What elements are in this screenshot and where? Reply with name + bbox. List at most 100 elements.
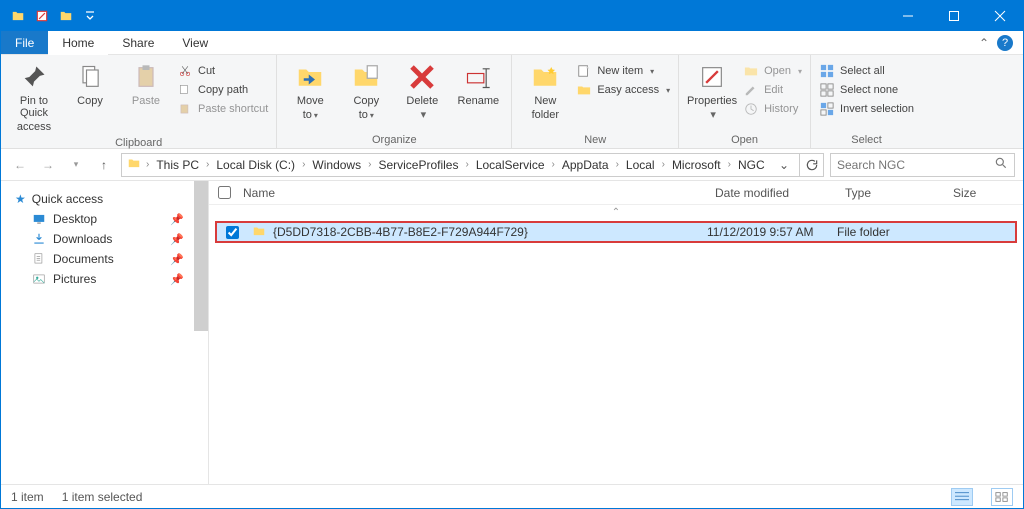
nav-documents[interactable]: Documents📌	[11, 249, 204, 269]
explorer-window: File Home Share View ⌃ ? Pin to Quickacc…	[0, 0, 1024, 509]
crumb-c[interactable]: Local Disk (C:)	[213, 158, 298, 172]
selectall-button[interactable]: Select all	[819, 63, 914, 79]
history-button[interactable]: History	[743, 101, 802, 117]
folder-icon	[126, 156, 142, 173]
titlebar	[1, 1, 1023, 31]
nav-pictures[interactable]: Pictures📌	[11, 269, 204, 289]
status-itemcount: 1 item	[11, 490, 44, 504]
view-details-button[interactable]	[951, 488, 973, 506]
paste-button[interactable]: Paste	[121, 59, 171, 109]
crumb-local[interactable]: Local	[623, 158, 658, 172]
help-icon[interactable]: ?	[997, 35, 1013, 51]
ribbon-group-new: Newfolder New item▾ Easy access▾ New	[512, 55, 679, 148]
crumb-microsoft[interactable]: Microsoft	[669, 158, 724, 172]
group-label-organize: Organize	[285, 132, 503, 146]
copyto-button[interactable]: Copyto▾	[341, 59, 391, 124]
refresh-button[interactable]	[800, 153, 824, 177]
moveto-button[interactable]: Moveto▾	[285, 59, 335, 124]
close-button[interactable]	[977, 1, 1023, 31]
open-button[interactable]: Open▾	[743, 63, 802, 79]
ribbon-group-open: Properties▾ Open▾ Edit History Open	[679, 55, 811, 148]
nav-downloads[interactable]: Downloads📌	[11, 229, 204, 249]
crumb-serviceprofiles[interactable]: ServiceProfiles	[375, 158, 461, 172]
newfolder-qat-icon[interactable]	[57, 7, 75, 25]
folder-icon	[9, 7, 27, 25]
pin-icon: 📌	[170, 253, 184, 266]
delete-button[interactable]: Delete▾	[397, 59, 447, 123]
tab-share[interactable]: Share	[108, 31, 168, 54]
copy-button[interactable]: Copy	[65, 59, 115, 109]
col-type[interactable]: Type	[845, 186, 953, 200]
view-largeicons-button[interactable]	[991, 488, 1013, 506]
nav-desktop[interactable]: Desktop📌	[11, 209, 204, 229]
newitem-button[interactable]: New item▾	[576, 63, 670, 79]
maximize-button[interactable]	[931, 1, 977, 31]
group-label-new: New	[520, 132, 670, 146]
pin-quickaccess-button[interactable]: Pin to Quickaccess	[9, 59, 59, 135]
sort-indicator-icon: ⌃	[209, 205, 1023, 218]
row-checkbox[interactable]	[226, 226, 239, 239]
up-button[interactable]: ↑	[93, 154, 115, 176]
file-type: File folder	[837, 225, 945, 239]
content: ★Quick access Desktop📌 Downloads📌 Docume…	[1, 181, 1023, 484]
pin-icon: 📌	[170, 273, 184, 286]
tab-home[interactable]: Home	[48, 32, 108, 55]
ribbon-group-select: Select all Select none Invert selection …	[811, 55, 922, 148]
search-box[interactable]	[830, 153, 1015, 177]
edit-button[interactable]: Edit	[743, 82, 802, 98]
crumb-thispc[interactable]: This PC	[153, 158, 202, 172]
properties-button[interactable]: Properties▾	[687, 59, 737, 123]
copypath-button[interactable]: Copy path	[177, 82, 268, 98]
pasteshortcut-button[interactable]: Paste shortcut	[177, 101, 268, 117]
col-size[interactable]: Size	[953, 186, 1023, 200]
address-row: ← → ▾ ↑ › This PC› Local Disk (C:)› Wind…	[1, 149, 1023, 181]
ribbon-group-organize: Moveto▾ Copyto▾ Delete▾ Rename Organize	[277, 55, 512, 148]
minimize-button[interactable]	[885, 1, 931, 31]
file-row[interactable]: {D5DD7318-2CBB-4B77-B8E2-F729A944F729} 1…	[215, 221, 1017, 243]
status-bar: 1 item 1 item selected	[1, 484, 1023, 508]
group-label-open: Open	[687, 132, 802, 146]
invertselection-button[interactable]: Invert selection	[819, 101, 914, 117]
pin-icon: 📌	[170, 213, 184, 226]
file-date: 11/12/2019 9:57 AM	[707, 225, 837, 239]
col-name[interactable]: Name	[239, 186, 715, 200]
crumb-localservice[interactable]: LocalService	[473, 158, 548, 172]
ribbon-tabs: File Home Share View ⌃ ?	[1, 31, 1023, 55]
navigation-pane: ★Quick access Desktop📌 Downloads📌 Docume…	[1, 181, 209, 484]
qat-dropdown-icon[interactable]	[81, 7, 99, 25]
nav-quickaccess[interactable]: ★Quick access	[11, 189, 204, 209]
newfolder-button[interactable]: Newfolder	[520, 59, 570, 123]
ribbon-group-clipboard: Pin to Quickaccess Copy Paste Cut Copy p…	[1, 55, 277, 148]
ribbon: Pin to Quickaccess Copy Paste Cut Copy p…	[1, 55, 1023, 149]
group-label-select: Select	[819, 132, 914, 146]
status-selected: 1 item selected	[62, 490, 143, 504]
col-checkbox[interactable]	[209, 186, 239, 199]
file-list-pane: Name Date modified Type Size ⌃ {D5DD7318…	[209, 181, 1023, 484]
rename-button[interactable]: Rename	[453, 59, 503, 109]
search-input[interactable]	[837, 158, 994, 172]
search-icon[interactable]	[994, 156, 1008, 173]
back-button[interactable]: ←	[9, 154, 31, 176]
folder-icon	[251, 224, 267, 241]
address-dropdown-icon[interactable]: ⌄	[773, 158, 795, 172]
selectnone-button[interactable]: Select none	[819, 82, 914, 98]
forward-button[interactable]: →	[37, 154, 59, 176]
pin-icon: 📌	[170, 233, 184, 246]
group-label-clipboard: Clipboard	[9, 135, 268, 149]
tab-view[interactable]: View	[168, 31, 222, 54]
crumb-ngc[interactable]: NGC	[735, 158, 768, 172]
crumb-appdata[interactable]: AppData	[559, 158, 612, 172]
nav-scrollbar[interactable]	[194, 181, 208, 484]
properties-qat-icon[interactable]	[33, 7, 51, 25]
qat	[1, 7, 99, 25]
ribbon-collapse-icon[interactable]: ⌃	[979, 36, 989, 50]
recent-dropdown[interactable]: ▾	[65, 154, 87, 176]
file-name: {D5DD7318-2CBB-4B77-B8E2-F729A944F729}	[273, 225, 528, 239]
chevron-right-icon[interactable]: ›	[144, 159, 151, 170]
cut-button[interactable]: Cut	[177, 63, 268, 79]
crumb-windows[interactable]: Windows	[309, 158, 364, 172]
easyaccess-button[interactable]: Easy access▾	[576, 82, 670, 98]
tab-file[interactable]: File	[1, 31, 48, 54]
col-date[interactable]: Date modified	[715, 186, 845, 200]
breadcrumb[interactable]: › This PC› Local Disk (C:)› Windows› Ser…	[121, 153, 800, 177]
